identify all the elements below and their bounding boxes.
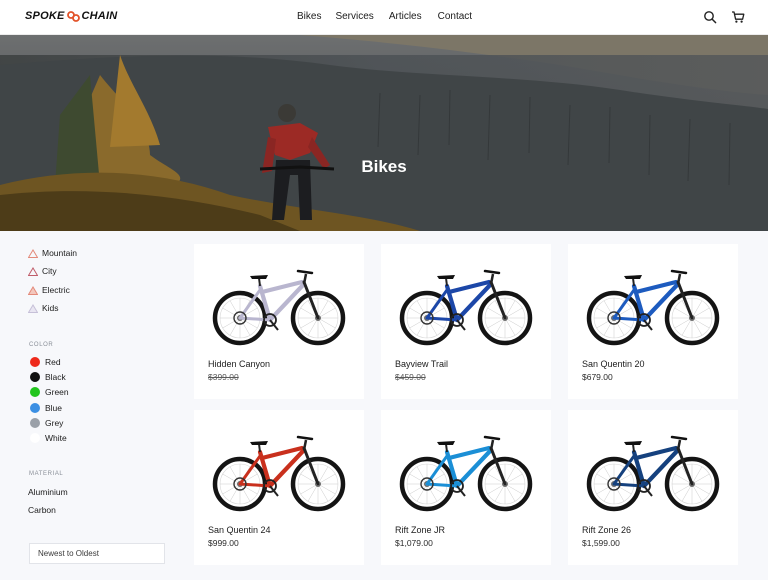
brand-logo[interactable]: SPOKE CHAIN — [25, 10, 117, 22]
color-swatch — [30, 357, 40, 367]
brand-name-left: SPOKE — [25, 10, 65, 22]
material-option-aluminium[interactable]: Aluminium — [28, 487, 68, 497]
color-option-white[interactable]: White — [30, 433, 67, 443]
page-title: Bikes — [361, 157, 407, 176]
bike-frame — [233, 435, 320, 497]
color-option-blue[interactable]: Blue — [30, 403, 62, 413]
product-name: Rift Zone JR — [395, 525, 446, 535]
product-name: San Quentin 20 — [582, 359, 645, 369]
product-card[interactable]: Hidden Canyon $399.00 — [194, 244, 364, 399]
color-label: Red — [45, 357, 61, 367]
material-option-carbon[interactable]: Carbon — [28, 505, 56, 515]
product-card[interactable]: San Quentin 20 $679.00 — [568, 244, 738, 399]
product-card[interactable]: Rift Zone JR $1,079.00 — [381, 410, 551, 565]
material-section-label: MATERIAL — [29, 471, 64, 477]
bike-frame — [420, 435, 507, 497]
category-label: Electric — [42, 285, 70, 295]
color-label: Green — [45, 387, 69, 397]
category-label: Mountain — [42, 248, 77, 258]
color-label: White — [45, 433, 67, 443]
bike-frame — [420, 269, 507, 331]
nav-link-bikes[interactable]: Bikes — [297, 11, 321, 22]
color-swatch — [30, 387, 40, 397]
color-label: Blue — [45, 403, 63, 413]
cart-icon[interactable] — [731, 10, 745, 24]
hero-banner: Bikes — [0, 35, 768, 231]
product-card[interactable]: Rift Zone 26 $1,599.00 — [568, 410, 738, 565]
product-price: $1,599.00 — [582, 538, 620, 548]
color-swatch — [30, 403, 40, 413]
color-label: Grey — [45, 418, 64, 428]
product-name: Hidden Canyon — [208, 359, 271, 369]
color-swatch — [30, 433, 40, 443]
product-card[interactable]: Bayview Trail $459.00 — [381, 244, 551, 399]
category-electric[interactable]: Electric — [28, 285, 70, 295]
bike-image — [586, 435, 720, 512]
search-icon[interactable] — [703, 10, 717, 24]
bike-frame — [607, 269, 694, 331]
color-option-grey[interactable]: Grey — [30, 418, 63, 428]
category-city[interactable]: City — [28, 266, 57, 276]
color-option-green[interactable]: Green — [30, 387, 69, 397]
city-icon — [28, 266, 38, 276]
nav-link-contact[interactable]: Contact — [438, 11, 472, 22]
product-name: San Quentin 24 — [208, 525, 271, 535]
kids-icon — [28, 303, 38, 313]
product-price: $399.00 — [208, 372, 239, 382]
category-mountain[interactable]: Mountain — [28, 248, 77, 258]
category-label: Kids — [42, 303, 59, 313]
product-card[interactable]: San Quentin 24 $999.00 — [194, 410, 364, 565]
sort-dropdown[interactable]: Newest to Oldest — [29, 543, 165, 564]
product-price: $679.00 — [582, 372, 613, 382]
color-swatch — [30, 372, 40, 382]
color-label: Black — [45, 372, 66, 382]
bike-image — [399, 435, 533, 512]
bike-image — [586, 269, 720, 346]
bike-frame — [607, 435, 694, 497]
electric-icon — [28, 285, 38, 295]
product-name: Bayview Trail — [395, 359, 449, 369]
brand-name-right: CHAIN — [81, 10, 118, 22]
product-price: $999.00 — [208, 538, 239, 548]
color-section-label: COLOR — [29, 342, 54, 348]
color-option-black[interactable]: Black — [30, 372, 66, 382]
category-kids[interactable]: Kids — [28, 303, 59, 313]
filter-sidebar: Mountain City Electric Kids COLOR Red Bl… — [0, 231, 180, 580]
chain-link-icon — [66, 10, 80, 22]
bike-image — [212, 435, 346, 512]
bike-image — [399, 269, 533, 346]
main-nav: Bikes Services Articles Contact — [297, 11, 472, 22]
product-price: $459.00 — [395, 372, 426, 382]
color-option-red[interactable]: Red — [30, 357, 61, 367]
product-price: $1,079.00 — [395, 538, 433, 548]
nav-link-services[interactable]: Services — [335, 11, 373, 22]
top-navigation-bar: SPOKE CHAIN Bikes Services Articles Cont… — [0, 0, 768, 35]
color-swatch — [30, 418, 40, 428]
hero-background-image — [0, 35, 768, 231]
nav-link-articles[interactable]: Articles — [389, 11, 422, 22]
mountain-icon — [28, 248, 38, 258]
bike-frame — [233, 269, 320, 331]
bike-image — [212, 269, 346, 346]
category-label: City — [42, 266, 57, 276]
product-name: Rift Zone 26 — [582, 525, 632, 535]
